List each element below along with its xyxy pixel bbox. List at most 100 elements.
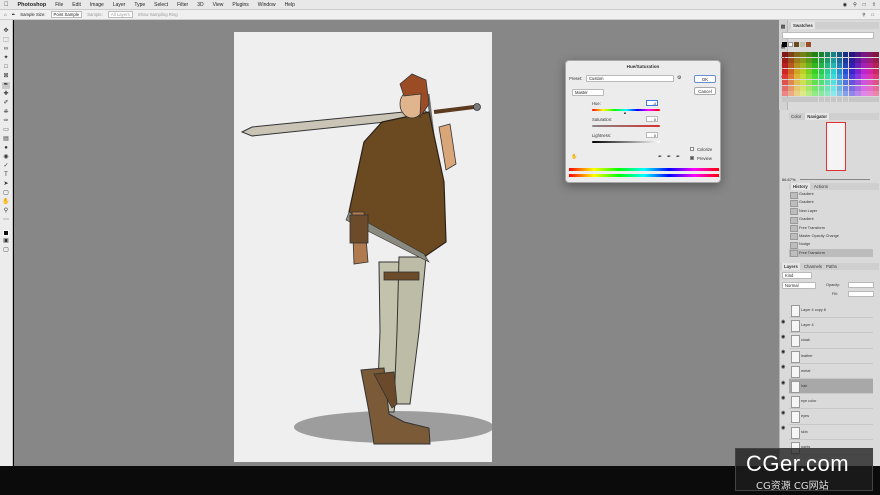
- swatch[interactable]: [812, 52, 818, 57]
- swatch[interactable]: [873, 91, 879, 97]
- swatch[interactable]: [800, 68, 806, 74]
- swatch-search-input[interactable]: [782, 32, 874, 39]
- swatch[interactable]: [873, 68, 879, 74]
- swatch[interactable]: [867, 63, 873, 69]
- swatch[interactable]: [842, 79, 849, 85]
- swatch[interactable]: [818, 85, 825, 91]
- swatch[interactable]: [824, 74, 831, 80]
- swatch[interactable]: [794, 42, 799, 47]
- swatch[interactable]: [849, 85, 855, 91]
- dodge-tool-icon[interactable]: ◉: [2, 154, 10, 161]
- swatch[interactable]: [782, 85, 788, 91]
- eyedropper-icon[interactable]: ✒: [658, 154, 662, 160]
- swatch[interactable]: [873, 79, 879, 85]
- layer-row[interactable]: eyes: [789, 409, 873, 425]
- swatch[interactable]: [794, 91, 800, 97]
- eyedropper-tool-icon[interactable]: ✒: [2, 82, 10, 89]
- swatch[interactable]: [788, 79, 794, 85]
- saturation-input[interactable]: 0: [646, 116, 658, 122]
- sample-size-select[interactable]: Point Sample: [50, 11, 83, 18]
- tab-swatches[interactable]: Swatches: [791, 22, 815, 29]
- lightness-input[interactable]: 0: [646, 132, 658, 138]
- swatch[interactable]: [830, 52, 837, 57]
- swatch[interactable]: [849, 96, 855, 102]
- swatch[interactable]: [855, 52, 861, 57]
- blur-tool-icon[interactable]: ●: [2, 145, 10, 152]
- layer-row[interactable]: eye color: [789, 394, 873, 410]
- preset-options-icon[interactable]: ⚙: [677, 75, 681, 81]
- swatch[interactable]: [867, 79, 873, 85]
- swatch[interactable]: [812, 91, 818, 97]
- swatch[interactable]: [800, 52, 806, 57]
- zoom-slider[interactable]: [800, 179, 870, 180]
- tab-channels[interactable]: Channels: [804, 263, 822, 270]
- swatch[interactable]: [836, 96, 843, 102]
- visibility-eye-icon[interactable]: ◉: [781, 410, 785, 416]
- eraser-tool-icon[interactable]: ▭: [2, 127, 10, 134]
- swatch[interactable]: [782, 96, 788, 102]
- menu-layer[interactable]: Layer: [113, 2, 126, 8]
- hand-tool-icon[interactable]: ✋: [2, 199, 10, 206]
- swatch[interactable]: [873, 52, 879, 57]
- swatch[interactable]: [836, 52, 843, 57]
- saturation-slider[interactable]: [592, 125, 660, 127]
- swatch[interactable]: [806, 74, 812, 80]
- swatch[interactable]: [836, 63, 843, 69]
- zoom-tool-icon[interactable]: ⚲: [2, 208, 10, 215]
- swatch[interactable]: [842, 63, 849, 69]
- sample-select[interactable]: All Layers: [107, 11, 133, 18]
- swatch[interactable]: [824, 52, 831, 57]
- swatch[interactable]: [806, 96, 812, 102]
- swatch[interactable]: [849, 63, 855, 69]
- swatch[interactable]: [873, 85, 879, 91]
- clone-stamp-tool-icon[interactable]: ⎈: [2, 109, 10, 116]
- apple-menu-icon[interactable]: : [4, 2, 9, 8]
- swatch[interactable]: [861, 96, 867, 102]
- swatch[interactable]: [836, 74, 843, 80]
- layer-row[interactable]: skin: [789, 425, 873, 440]
- user-icon[interactable]: ◉: [843, 2, 847, 8]
- swatch[interactable]: [830, 85, 837, 91]
- swatch[interactable]: [842, 57, 849, 63]
- swatch[interactable]: [806, 85, 812, 91]
- swatch[interactable]: [861, 57, 867, 63]
- swatch[interactable]: [812, 68, 818, 74]
- layer-row[interactable]: leather: [789, 349, 873, 364]
- swatch[interactable]: [794, 96, 800, 102]
- swatch[interactable]: [873, 57, 879, 63]
- type-tool-icon[interactable]: T: [2, 172, 10, 179]
- swatch[interactable]: [849, 68, 855, 74]
- visibility-eye-icon[interactable]: ◉: [781, 349, 785, 355]
- swatch[interactable]: [812, 74, 818, 80]
- swatch[interactable]: [782, 57, 788, 63]
- swatch[interactable]: [788, 91, 794, 97]
- swatch[interactable]: [782, 63, 788, 69]
- swatch[interactable]: [782, 68, 788, 74]
- swatch[interactable]: [818, 52, 825, 57]
- lasso-tool-icon[interactable]: ∞: [2, 46, 10, 53]
- swatch[interactable]: [867, 68, 873, 74]
- menu-view[interactable]: View: [213, 2, 224, 8]
- layer-row[interactable]: Layer 4: [789, 318, 873, 334]
- swatch[interactable]: [861, 91, 867, 97]
- pen-tool-icon[interactable]: ✓: [2, 163, 10, 170]
- swatch[interactable]: [782, 52, 788, 57]
- home-icon[interactable]: ⌂: [4, 12, 7, 17]
- swatch[interactable]: [782, 42, 787, 47]
- menu-window[interactable]: Window: [258, 2, 276, 8]
- channel-select[interactable]: Master: [572, 89, 604, 96]
- frame-tool-icon[interactable]: ⊠: [2, 73, 10, 80]
- eyedropper-preset-icon[interactable]: ✒: [12, 12, 16, 18]
- swatch[interactable]: [836, 68, 843, 74]
- workspace-icon[interactable]: □: [871, 12, 874, 18]
- swatch[interactable]: [806, 91, 812, 97]
- zoom-level[interactable]: 66.67%: [782, 177, 796, 182]
- visibility-eye-icon[interactable]: ◉: [781, 425, 785, 431]
- swatch[interactable]: [867, 96, 873, 102]
- swatch[interactable]: [855, 91, 861, 97]
- swatch[interactable]: [788, 96, 794, 102]
- swatch[interactable]: [867, 74, 873, 80]
- quick-mask-icon[interactable]: ▣: [2, 238, 10, 245]
- hue-slider-thumb[interactable]: ▲: [623, 110, 627, 115]
- swatch[interactable]: [861, 79, 867, 85]
